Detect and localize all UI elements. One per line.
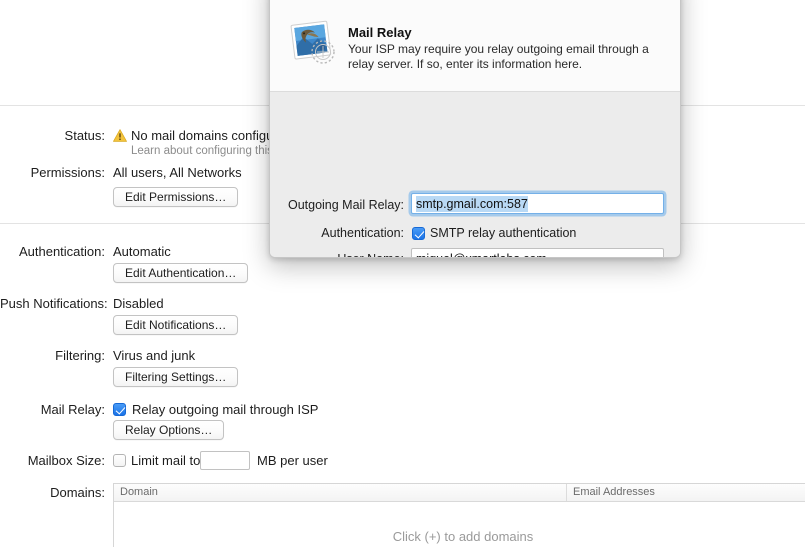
mb-per-user-label: MB per user bbox=[257, 453, 328, 468]
edit-permissions-button[interactable]: Edit Permissions… bbox=[113, 187, 239, 207]
mailbox-size-input[interactable] bbox=[200, 451, 250, 470]
column-separator[interactable] bbox=[566, 484, 567, 501]
status-value: No mail domains configured bbox=[131, 128, 293, 143]
domains-table-header: Domain Email Addresses bbox=[114, 484, 805, 502]
dialog-description: Your ISP may require you relay outgoing … bbox=[348, 42, 649, 71]
smtp-relay-authentication-checkbox[interactable] bbox=[412, 227, 425, 240]
relay-options-button[interactable]: Relay Options… bbox=[113, 420, 225, 440]
warning-triangle-icon bbox=[113, 129, 127, 142]
edit-notifications-button[interactable]: Edit Notifications… bbox=[113, 315, 239, 335]
domains-column-header-domain[interactable]: Domain bbox=[120, 486, 158, 498]
mail-relay-dialog: Mail Relay Your ISP may require you rela… bbox=[269, 0, 681, 258]
limit-mail-label: Limit mail to bbox=[131, 453, 201, 468]
domains-column-header-email-addresses[interactable]: Email Addresses bbox=[573, 486, 655, 498]
outgoing-mail-relay-label: Outgoing Mail Relay: bbox=[287, 198, 404, 212]
user-name-value: miguel@xmartlabs.com bbox=[416, 252, 547, 258]
authentication-label: Authentication: bbox=[18, 244, 105, 259]
outgoing-mail-relay-input[interactable]: smtp.gmail.com:587 bbox=[411, 193, 664, 214]
permissions-label: Permissions: bbox=[30, 165, 105, 180]
outgoing-mail-relay-value: smtp.gmail.com:587 bbox=[416, 195, 528, 212]
domains-table-empty-message: Click (+) to add domains bbox=[392, 529, 534, 544]
dialog-body: Outgoing Mail Relay: smtp.gmail.com:587 … bbox=[270, 92, 680, 258]
push-notifications-value: Disabled bbox=[113, 296, 164, 311]
authentication-label: Authentication: bbox=[321, 226, 404, 240]
smtp-relay-authentication-label: SMTP relay authentication bbox=[430, 226, 577, 240]
domains-label: Domains: bbox=[50, 485, 105, 500]
filtering-value: Virus and junk bbox=[113, 348, 196, 363]
authentication-value: Automatic bbox=[113, 244, 171, 259]
permissions-value: All users, All Networks bbox=[113, 165, 242, 180]
dialog-header: Mail Relay Your ISP may require you rela… bbox=[270, 0, 680, 92]
filtering-settings-button[interactable]: Filtering Settings… bbox=[113, 367, 239, 387]
mailbox-size-label: Mailbox Size: bbox=[27, 453, 105, 468]
user-name-label: User Name: bbox=[280, 252, 404, 257]
user-name-input[interactable]: miguel@xmartlabs.com bbox=[411, 248, 664, 258]
domains-table[interactable]: Domain Email Addresses Click (+) to add … bbox=[113, 483, 805, 547]
filtering-label: Filtering: bbox=[55, 348, 105, 363]
screen: Status: No mail domains configured Learn… bbox=[0, 0, 805, 547]
mail-app-icon bbox=[290, 19, 338, 67]
edit-authentication-button[interactable]: Edit Authentication… bbox=[113, 263, 249, 283]
limit-mail-checkbox[interactable] bbox=[113, 454, 126, 467]
relay-outgoing-mail-checkbox[interactable] bbox=[113, 403, 126, 416]
push-notifications-label: Push Notifications: bbox=[0, 296, 108, 311]
dialog-title: Mail Relay bbox=[348, 25, 412, 40]
status-label: Status: bbox=[64, 128, 105, 143]
relay-outgoing-mail-checkbox-label: Relay outgoing mail through ISP bbox=[132, 402, 319, 417]
mail-relay-label: Mail Relay: bbox=[40, 402, 105, 417]
